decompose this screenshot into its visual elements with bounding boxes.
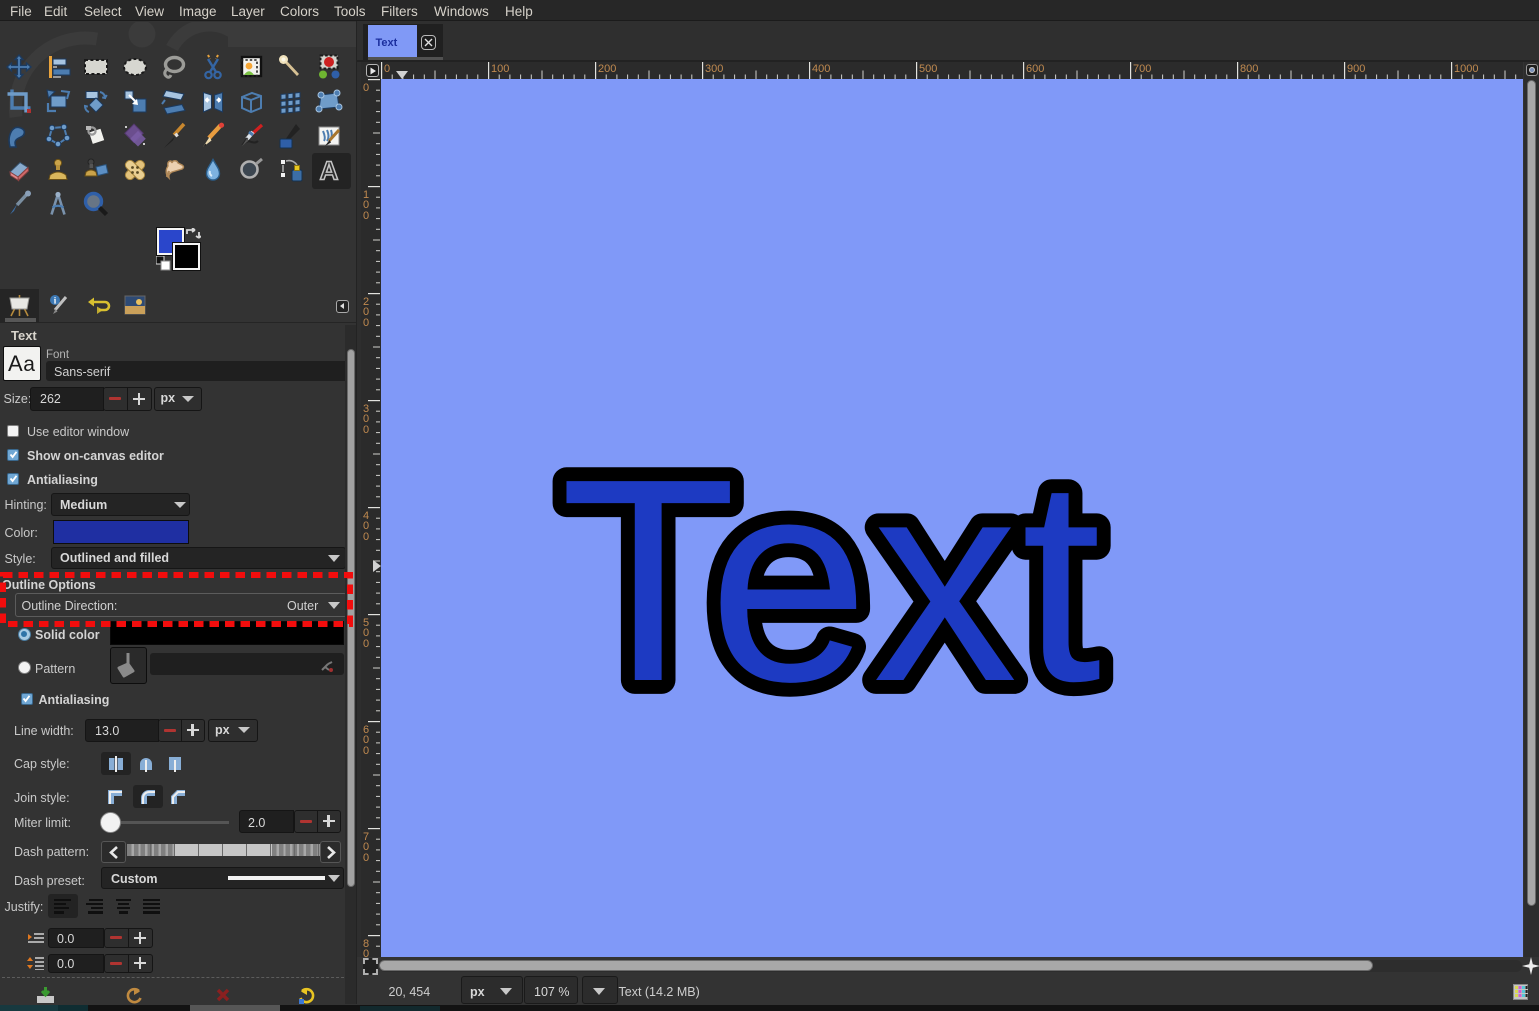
svg-text:Text: Text xyxy=(560,419,1105,742)
svg-text:A: A xyxy=(319,156,338,184)
